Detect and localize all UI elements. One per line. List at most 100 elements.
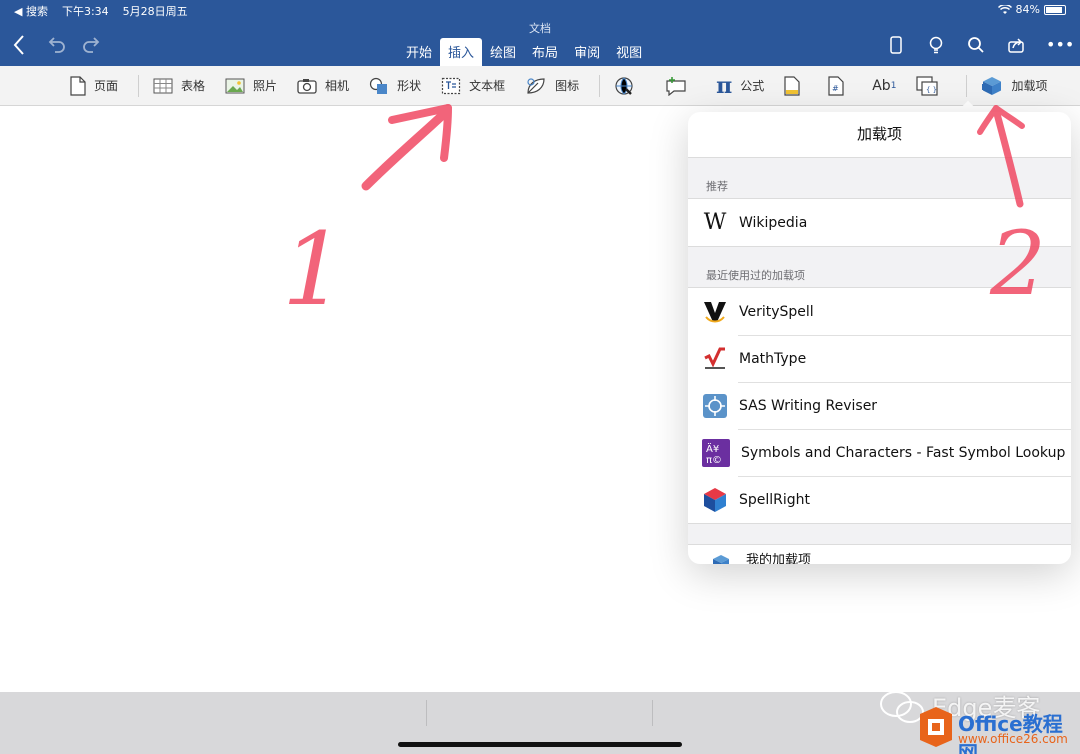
insert-comment-button[interactable] <box>664 76 696 96</box>
footnote-label: Ab <box>872 77 891 94</box>
insert-shape-label: 形状 <box>397 79 422 93</box>
tab-layout[interactable]: 布局 <box>524 38 566 67</box>
insert-link-button[interactable] <box>614 76 644 96</box>
recent-list: VeritySpell MathType SAS Writing Reviser… <box>688 287 1071 524</box>
dock-divider <box>652 700 653 726</box>
tab-insert[interactable]: 插入 <box>440 38 483 67</box>
addin-item-verityspell[interactable]: VeritySpell <box>688 288 1071 335</box>
addins-popover: 加载项 推荐 W Wikipedia 最近使用过的加载项 VeritySpell… <box>688 112 1071 564</box>
redo-icon[interactable] <box>82 34 102 58</box>
ribbon-divider <box>966 74 968 97</box>
insert-page-number-button[interactable]: # <box>828 75 852 96</box>
insert-camera-button[interactable]: 相机 <box>297 77 349 94</box>
insert-equation-label: 公式 <box>740 79 765 93</box>
status-bar-left: ◀ 搜索 下午3:34 5月28日周五 <box>14 3 188 19</box>
addins-button[interactable]: 加载项 <box>981 75 1047 97</box>
addin-item-sas-writing-reviser[interactable]: SAS Writing Reviser <box>688 382 1071 429</box>
camera-icon <box>297 78 317 94</box>
recommended-heading: 推荐 <box>706 180 728 193</box>
battery-percent: 84% <box>1015 3 1040 16</box>
insert-photo-button[interactable]: 照片 <box>225 77 277 94</box>
insert-textbox-label: 文本框 <box>469 79 506 93</box>
addins-label: 加载项 <box>1011 79 1048 93</box>
ribbon-tabs: 开始 插入 绘图 布局 审阅 视图 <box>398 38 650 67</box>
header-footer-icon <box>784 75 800 96</box>
status-date: 5月28日周五 <box>122 5 188 18</box>
tab-draw[interactable]: 绘图 <box>482 38 524 67</box>
insert-page-button[interactable]: 页面 <box>70 75 119 96</box>
photo-icon <box>225 78 245 93</box>
document-title[interactable]: 文档 <box>0 20 1080 36</box>
tab-review[interactable]: 审阅 <box>566 38 608 67</box>
office-logo-icon <box>920 707 952 747</box>
share-icon[interactable] <box>1006 36 1026 59</box>
status-bar-right: 84% <box>997 3 1066 16</box>
caption-icon: { } <box>916 75 939 96</box>
insert-shape-button[interactable]: 形状 <box>369 77 421 95</box>
svg-text:{ }: { } <box>926 86 937 94</box>
search-icon[interactable] <box>966 36 986 59</box>
my-addins-row[interactable]: 我的加载项 <box>688 544 1071 564</box>
dock-divider <box>426 700 427 726</box>
addin-name: SpellRight <box>739 491 811 508</box>
icons-gallery-icon <box>527 77 545 94</box>
addin-name: VeritySpell <box>739 303 814 320</box>
addin-name: SAS Writing Reviser <box>739 397 878 414</box>
more-icon[interactable]: ••• <box>1046 36 1074 59</box>
footnote-superscript: 1 <box>890 80 897 91</box>
insert-header-footer-button[interactable] <box>784 75 808 96</box>
insert-table-button[interactable]: 表格 <box>153 77 205 94</box>
sas-writing-reviser-logo-icon <box>702 393 728 419</box>
insert-table-label: 表格 <box>181 79 206 93</box>
home-indicator[interactable] <box>398 742 682 747</box>
insert-caption-button[interactable]: { } <box>916 75 946 96</box>
shape-icon <box>369 77 388 94</box>
insert-icons-button[interactable]: 图标 <box>525 76 579 96</box>
verityspell-logo-icon <box>702 299 728 325</box>
symbols-logo-icon: Ä¥ π© <box>702 438 730 467</box>
table-icon <box>153 78 173 93</box>
header-actions: ••• <box>886 36 1074 59</box>
addin-item-spellright[interactable]: SpellRight <box>688 476 1071 523</box>
addin-name: Symbols and Characters - Fast Symbol Loo… <box>741 444 1066 461</box>
insert-icons-label: 图标 <box>555 79 580 93</box>
addin-name: MathType <box>739 350 807 367</box>
ribbon-divider <box>138 74 140 97</box>
my-addins-label: 我的加载项 <box>746 553 812 564</box>
watermark-site-url: www.office26.com <box>958 732 1068 746</box>
phone-icon[interactable] <box>886 36 906 59</box>
wifi-icon <box>997 4 1012 14</box>
insert-ribbon: 页面 表格 照片 相机 形状 文本框 图标 π 公式 # Ab 1 {} 加载… <box>0 66 1080 106</box>
insert-page-label: 页面 <box>94 79 119 93</box>
popover-title: 加载项 <box>688 112 1071 158</box>
addin-name: Wikipedia <box>739 214 808 231</box>
watermark: Edge麦客 Office教程网 www.office26.com <box>874 686 1074 754</box>
insert-textbox-button[interactable]: 文本框 <box>441 77 505 95</box>
undo-icon[interactable] <box>46 34 66 58</box>
insert-footnote-button[interactable]: Ab 1 <box>872 78 896 94</box>
battery-icon <box>1044 4 1066 15</box>
back-to-app-link[interactable]: ◀ 搜索 <box>14 5 48 18</box>
recent-heading: 最近使用过的加载项 <box>706 269 805 282</box>
back-chevron-icon[interactable] <box>12 34 26 60</box>
insert-photo-label: 照片 <box>253 79 278 93</box>
addin-item-mathtype[interactable]: MathType <box>688 335 1071 382</box>
link-globe-icon <box>615 76 633 95</box>
addins-cube-icon <box>982 76 1002 95</box>
addin-item-symbols-and-characters[interactable]: Ä¥ π© Symbols and Characters - Fast Symbo… <box>688 429 1071 476</box>
page-number-icon: # <box>828 75 844 96</box>
watermark-site-name: Office教程网 <box>958 712 1063 754</box>
insert-camera-label: 相机 <box>325 79 350 93</box>
recommended-list: W Wikipedia <box>688 198 1071 247</box>
tab-home[interactable]: 开始 <box>398 38 440 67</box>
svg-text:#: # <box>832 84 839 93</box>
addin-item-wikipedia[interactable]: W Wikipedia <box>688 199 1071 246</box>
svg-text:Ä¥: Ä¥ <box>706 442 719 455</box>
tab-view[interactable]: 视图 <box>608 38 650 67</box>
svg-text:π©: π© <box>706 455 722 466</box>
page-icon <box>70 75 86 96</box>
wikipedia-logo-icon: W <box>703 210 727 235</box>
pi-icon: π <box>716 72 733 99</box>
lightbulb-icon[interactable] <box>926 36 946 59</box>
insert-equation-button[interactable]: π 公式 <box>716 73 764 99</box>
